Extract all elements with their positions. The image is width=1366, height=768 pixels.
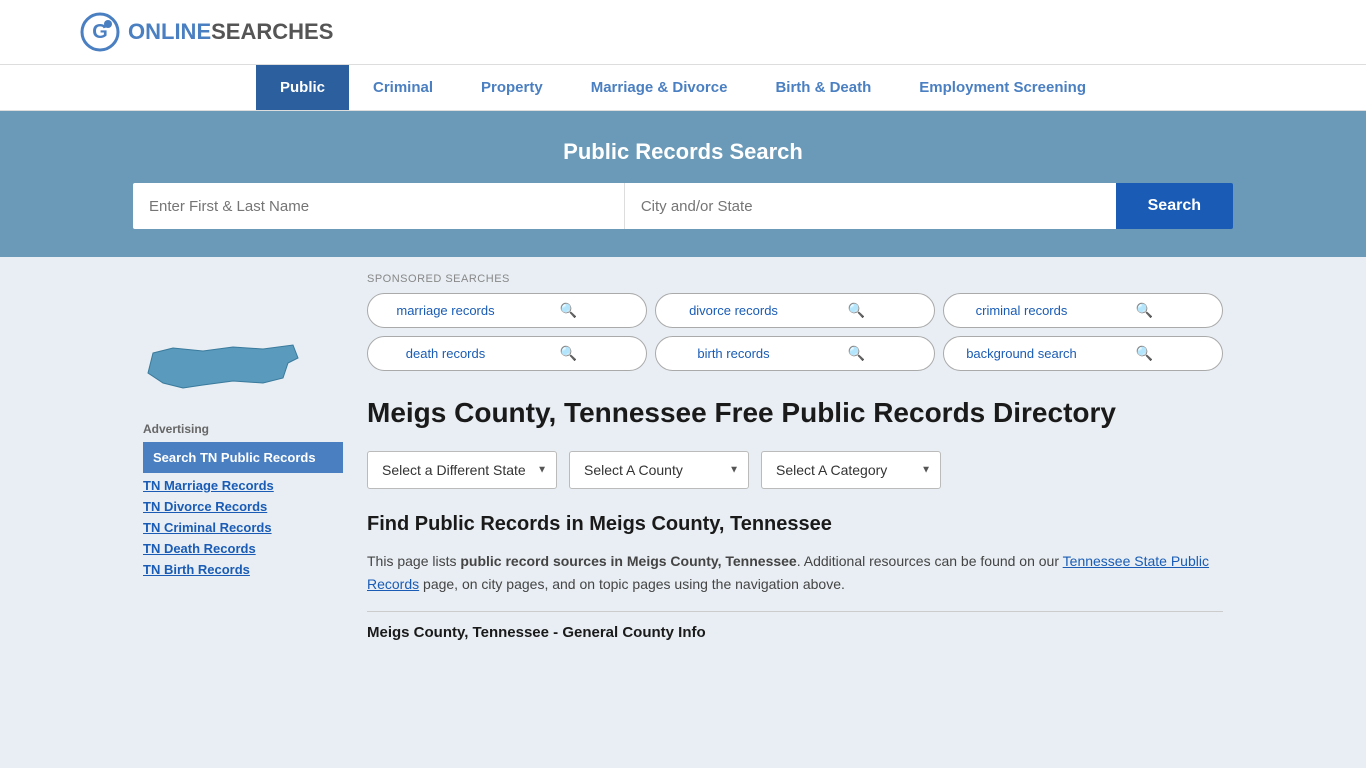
main-content: Advertising Search TN Public Records TN …	[63, 257, 1303, 657]
sidebar-link-criminal[interactable]: TN Criminal Records	[143, 517, 343, 538]
nav-item-marriage[interactable]: Marriage & Divorce	[567, 65, 752, 110]
logo-searches: SEARCHES	[211, 19, 333, 44]
tag-background[interactable]: background search 🔍	[943, 336, 1223, 371]
sidebar: Advertising Search TN Public Records TN …	[143, 273, 343, 641]
tennessee-map-shape	[143, 333, 303, 403]
tag-divorce-label: divorce records	[672, 303, 795, 318]
nav-item-birth[interactable]: Birth & Death	[751, 65, 895, 110]
sidebar-link-marriage[interactable]: TN Marriage Records	[143, 475, 343, 496]
state-map	[143, 333, 343, 406]
nav-item-criminal[interactable]: Criminal	[349, 65, 457, 110]
desc-part3: page, on city pages, and on topic pages …	[419, 576, 845, 592]
main-nav: Public Criminal Property Marriage & Divo…	[0, 65, 1366, 111]
nav-item-employment[interactable]: Employment Screening	[895, 65, 1110, 110]
tag-divorce[interactable]: divorce records 🔍	[655, 293, 935, 328]
tag-marriage[interactable]: marriage records 🔍	[367, 293, 647, 328]
county-dropdown[interactable]: Select A County	[569, 451, 749, 489]
search-icon-1: 🔍	[507, 302, 630, 319]
county-info-heading: Meigs County, Tennessee - General County…	[367, 611, 1223, 641]
state-dropdown[interactable]: Select a Different State	[367, 451, 557, 489]
tag-criminal-label: criminal records	[960, 303, 1083, 318]
county-dropdown-wrapper[interactable]: Select A County	[569, 451, 749, 489]
search-icon-4: 🔍	[507, 345, 630, 362]
search-bar: Search	[133, 183, 1233, 229]
hero-section: Public Records Search Search	[0, 111, 1366, 257]
section-title: Find Public Records in Meigs County, Ten…	[367, 513, 1223, 536]
city-input[interactable]	[625, 183, 1116, 229]
category-dropdown[interactable]: Select A Category	[761, 451, 941, 489]
search-icon-3: 🔍	[1083, 302, 1206, 319]
tag-death-label: death records	[384, 346, 507, 361]
sponsored-label: SPONSORED SEARCHES	[367, 273, 1223, 285]
nav-item-public[interactable]: Public	[256, 65, 349, 110]
description: This page lists public record sources in…	[367, 550, 1223, 595]
search-icon-5: 🔍	[795, 345, 918, 362]
tag-background-label: background search	[960, 346, 1083, 361]
sidebar-link-death[interactable]: TN Death Records	[143, 538, 343, 559]
sidebar-ad-label: Advertising	[143, 422, 343, 436]
search-icon-6: 🔍	[1083, 345, 1206, 362]
search-button[interactable]: Search	[1116, 183, 1233, 229]
sidebar-link-birth[interactable]: TN Birth Records	[143, 559, 343, 580]
logo-online: ONLINE	[128, 19, 211, 44]
header: G ONLINESEARCHES	[0, 0, 1366, 65]
nav-item-property[interactable]: Property	[457, 65, 567, 110]
sidebar-ad-active[interactable]: Search TN Public Records	[143, 442, 343, 473]
tag-criminal[interactable]: criminal records 🔍	[943, 293, 1223, 328]
state-dropdown-wrapper[interactable]: Select a Different State	[367, 451, 557, 489]
logo[interactable]: G ONLINESEARCHES	[80, 12, 333, 52]
logo-text: ONLINESEARCHES	[128, 19, 333, 45]
content-area: SPONSORED SEARCHES marriage records 🔍 di…	[367, 273, 1223, 641]
desc-part2: . Additional resources can be found on o…	[797, 553, 1063, 569]
tag-birth[interactable]: birth records 🔍	[655, 336, 935, 371]
tag-death[interactable]: death records 🔍	[367, 336, 647, 371]
name-input[interactable]	[133, 183, 625, 229]
tag-birth-label: birth records	[672, 346, 795, 361]
search-icon-2: 🔍	[795, 302, 918, 319]
hero-title: Public Records Search	[80, 139, 1286, 165]
logo-icon: G	[80, 12, 120, 52]
desc-part1: This page lists	[367, 553, 460, 569]
category-dropdown-wrapper[interactable]: Select A Category	[761, 451, 941, 489]
sidebar-link-divorce[interactable]: TN Divorce Records	[143, 496, 343, 517]
sponsored-tags: marriage records 🔍 divorce records 🔍 cri…	[367, 293, 1223, 371]
page-title: Meigs County, Tennessee Free Public Reco…	[367, 395, 1223, 431]
desc-bold: public record sources in Meigs County, T…	[460, 553, 796, 569]
filter-dropdowns: Select a Different State Select A County…	[367, 451, 1223, 489]
tag-marriage-label: marriage records	[384, 303, 507, 318]
